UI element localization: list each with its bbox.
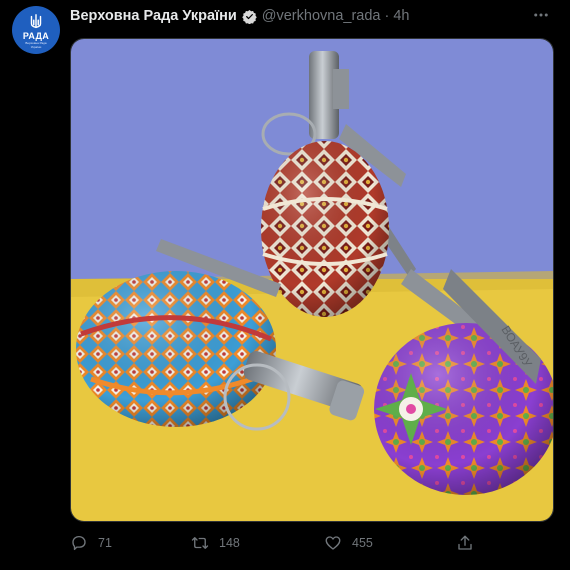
grenade-easter-eggs-illustration: ВОАУ9У [71, 39, 553, 521]
tweet-actions: 71 148 455 [70, 534, 490, 554]
avatar[interactable]: РАДА Верховна Рада України [12, 6, 60, 54]
reply-count: 71 [98, 536, 112, 550]
trident-icon [30, 14, 42, 29]
like-button[interactable]: 455 [324, 534, 373, 552]
heart-icon [325, 536, 341, 550]
share-icon [458, 535, 472, 550]
reply-button[interactable]: 71 [70, 534, 112, 552]
retweet-icon [191, 537, 209, 549]
tweet-image[interactable]: ВОАУ9У [70, 38, 554, 522]
retweet-count: 148 [219, 536, 240, 550]
avatar-label: РАДА [22, 31, 50, 41]
retweet-button[interactable]: 148 [191, 534, 240, 552]
like-count: 455 [352, 536, 373, 550]
share-button[interactable] [456, 534, 474, 552]
handle-and-time[interactable]: @verkhovna_rada · 4h [262, 8, 410, 24]
more-icon[interactable] [532, 6, 550, 24]
tweet-header: Верховна Рада України @verkhovna_rada · … [70, 7, 409, 25]
avatar-subtext: Верховна Рада України [25, 41, 47, 49]
author-name[interactable]: Верховна Рада України [70, 8, 237, 24]
tweet[interactable]: РАДА Верховна Рада України Верховна Рада… [0, 0, 570, 570]
reply-icon [72, 535, 86, 551]
verified-icon [242, 9, 257, 24]
